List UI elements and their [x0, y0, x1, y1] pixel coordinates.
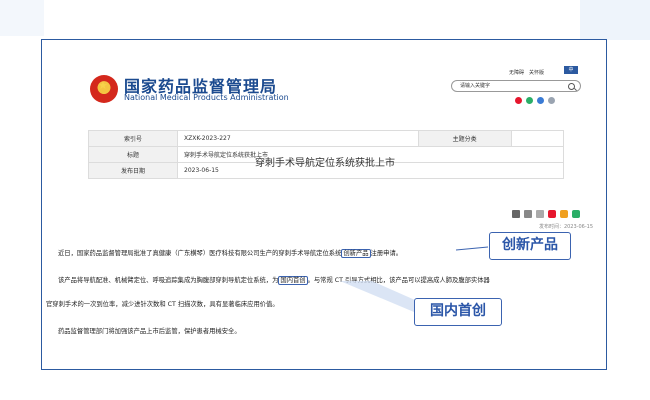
article-paragraph: 该产品将导航配准、机械臂定位、呼吸追踪集成为胸腹部穿刺导航定位系统，为 国内首创。… [58, 275, 490, 285]
background-corner [0, 0, 44, 36]
search-input[interactable]: 请输入关键字 [451, 80, 581, 92]
wechat-icon[interactable] [526, 97, 533, 104]
paragraph-text: 。与常规 CT 引导方式相比，该产品可以提高成人肺及腹部实体器 [307, 277, 490, 284]
print-icon[interactable] [524, 210, 532, 218]
wechat-share-icon[interactable] [572, 210, 580, 218]
paragraph-text: 近日，国家药品监督管理局批准了真健康（广东横琴）医疗科技有限公司生产的穿刺手术导… [58, 250, 342, 257]
paragraph-text: 注册申请。 [370, 250, 403, 257]
share-links [515, 97, 555, 104]
care-mode-link[interactable]: 关怀版 [529, 70, 544, 76]
article-tools [512, 210, 580, 218]
article-title: 穿刺手术导航定位系统获批上市 [255, 158, 395, 169]
weibo-share-icon[interactable] [548, 210, 556, 218]
highlight-domestic-first: 国内首创 [278, 276, 308, 285]
table-row: 索引号 XZXK-2023-227 主题分类 [88, 130, 565, 147]
top-links: 无障碍 关怀版 [509, 69, 549, 76]
article-paragraph: 近日，国家药品监督管理局批准了真健康（广东横琴）医疗科技有限公司生产的穿刺手术导… [58, 248, 402, 258]
article-paragraph: 药品监督管理部门将加强该产品上市后监管，保护患者用械安全。 [58, 328, 241, 335]
callout-domestic-first: 国内首创 [414, 298, 502, 326]
user-icon[interactable] [548, 97, 555, 104]
table-cell-label: 索引号 [88, 130, 178, 147]
national-emblem-icon: ★ [90, 75, 118, 103]
download-icon[interactable] [512, 210, 520, 218]
highlight-innovative-product: 创新产品 [341, 249, 371, 258]
app-icon[interactable] [537, 97, 544, 104]
language-toggle[interactable]: 中 [564, 66, 578, 74]
favorite-icon[interactable] [560, 210, 568, 218]
table-cell-value [510, 130, 565, 147]
font-size-icon[interactable] [536, 210, 544, 218]
paragraph-text: 该产品将导航配准、机械臂定位、呼吸追踪集成为胸腹部穿刺导航定位系统，为 [58, 277, 279, 284]
table-cell-value: XZXK-2023-227 [177, 130, 419, 147]
accessibility-link[interactable]: 无障碍 [509, 70, 524, 76]
search-icon[interactable] [568, 83, 575, 90]
background-corner [580, 0, 650, 40]
table-cell-label: 主题分类 [417, 130, 512, 147]
publish-date: 发布时间：2023-06-15 [538, 224, 593, 230]
weibo-icon[interactable] [515, 97, 522, 104]
page-frame: ★ 国家药品监督管理局 National Medical Products Ad… [41, 39, 607, 370]
article-paragraph: 官穿刺手术的一次到位率，减少进针次数和 CT 扫描次数，具有显著临床应用价值。 [46, 301, 279, 308]
site-name-english: National Medical Products Administration [124, 93, 289, 102]
callout-innovative-product: 创新产品 [489, 232, 571, 260]
